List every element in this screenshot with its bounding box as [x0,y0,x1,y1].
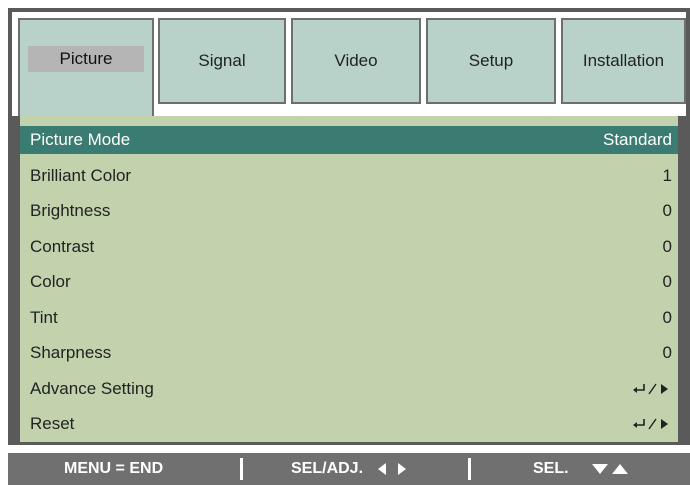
menu-item-value: 0 [662,272,672,291]
menu-item-contrast[interactable]: Contrast 0 [20,233,678,261]
enter-right-icon [632,382,672,396]
tab-bar: Picture Signal Video Setup Installation [12,12,686,116]
footer-menu-end: MENU = END [64,460,164,477]
down-up-arrows-icon [590,462,632,476]
tab-signal[interactable]: Signal [158,18,286,104]
footer-sel: SEL. [533,460,569,477]
menu-item-advance-setting[interactable]: Advance Setting [20,375,678,403]
menu-item-reset[interactable]: Reset [20,410,678,438]
tab-video-label: Video [334,51,378,70]
menu-item-brightness[interactable]: Brightness 0 [20,197,678,225]
menu-item-label: Contrast [30,237,95,256]
menu-item-value: 0 [662,343,672,362]
tab-picture[interactable]: Picture [18,18,154,116]
menu-item-label: Color [30,272,71,291]
menu-item-picture-mode[interactable]: Picture Mode Standard [20,126,678,154]
tab-installation-label: Installation [582,51,665,70]
osd-menu: Picture Signal Video Setup Installation … [8,8,690,445]
tab-picture-label: Picture [28,46,144,72]
menu-item-label: Brilliant Color [30,166,132,185]
menu-item-value: 1 [662,166,672,185]
menu-item-value: Standard [603,130,672,149]
tab-setup[interactable]: Setup [426,18,556,104]
footer-separator [240,458,243,480]
menu-item-color[interactable]: Color 0 [20,268,678,296]
menu-item-label: Brightness [30,201,111,220]
left-right-arrows-icon [376,462,412,476]
tab-video[interactable]: Video [291,18,421,104]
tab-setup-label: Setup [468,51,514,70]
menu-item-tint[interactable]: Tint 0 [20,304,678,332]
menu-item-brilliant-color[interactable]: Brilliant Color 1 [20,162,678,190]
menu-item-label: Tint [30,308,58,327]
menu-item-sharpness[interactable]: Sharpness 0 [20,339,678,367]
footer-separator [468,458,471,480]
menu-content: Picture Mode Standard Brilliant Color 1 … [20,116,678,442]
menu-item-value: 0 [662,201,672,220]
menu-item-label: Advance Setting [30,379,154,398]
menu-item-label: Reset [30,414,75,433]
footer-bar: MENU = END SEL/ADJ. SEL. [8,453,690,485]
enter-right-icon [632,417,672,431]
menu-item-value: 0 [662,237,672,256]
menu-item-label: Sharpness [30,343,112,362]
menu-item-value: 0 [662,308,672,327]
footer-sel-adj: SEL/ADJ. [291,460,364,477]
tab-installation[interactable]: Installation [561,18,686,104]
menu-item-label: Picture Mode [30,130,131,149]
tab-signal-label: Signal [198,51,246,70]
